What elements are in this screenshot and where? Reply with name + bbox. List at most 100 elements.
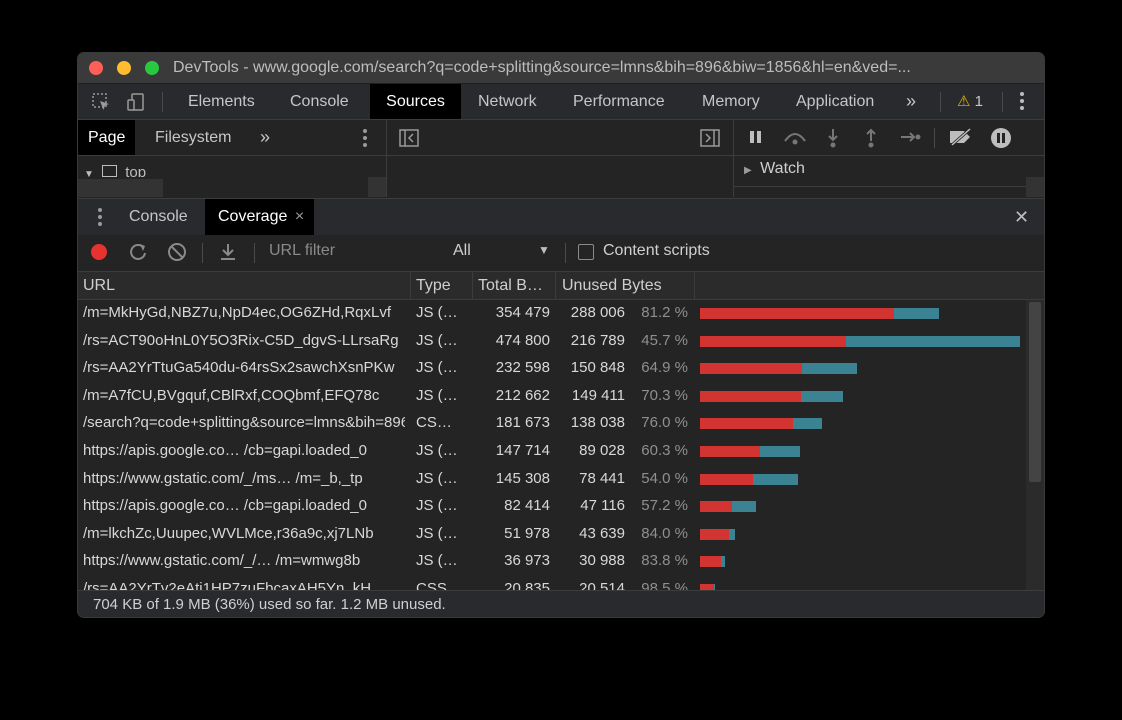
vertical-scrollbar[interactable] (1026, 177, 1044, 197)
total-bytes-cell: 82 414 (504, 497, 550, 515)
unused-bytes-cell: 216 789 (570, 331, 625, 349)
column-header-type[interactable]: Type (416, 272, 471, 299)
step-over-icon[interactable] (782, 128, 808, 151)
table-row[interactable]: https://apis.google.co… /cb=gapi.loaded_… (78, 438, 1026, 466)
toolbar-divider (202, 243, 203, 263)
close-drawer-icon[interactable]: ✕ (1014, 199, 1029, 235)
total-bytes-cell: 147 714 (495, 442, 550, 459)
clear-icon[interactable] (167, 242, 187, 267)
content-scripts-checkbox[interactable] (578, 244, 594, 260)
column-header-total-bytes[interactable]: Total B… (478, 272, 553, 299)
tree-item-label: top (125, 164, 147, 177)
warnings-counter[interactable]: ⚠ 1 (957, 92, 983, 110)
show-navigator-icon[interactable] (399, 129, 419, 152)
table-row[interactable]: https://www.gstatic.com/_/… /m=wmwg8b JS … (78, 548, 1026, 576)
tab-application[interactable]: Application (786, 84, 884, 119)
deactivate-breakpoints-icon[interactable] (948, 127, 974, 151)
maximize-window-button[interactable] (145, 61, 159, 75)
warning-count: 1 (974, 93, 983, 110)
drawer-tab-coverage[interactable]: Coverage × (205, 199, 315, 235)
unused-bytes-cell: 43 639 (579, 524, 625, 542)
tab-filesystem[interactable]: Filesystem (155, 120, 231, 155)
total-bytes-cell: 212 662 (495, 386, 550, 404)
record-button[interactable] (91, 244, 107, 260)
tree-item-top[interactable]: ▼ top (84, 164, 146, 177)
url-filter-input[interactable]: URL filter (269, 242, 439, 260)
unused-bytes-bar (700, 556, 721, 568)
tab-page[interactable]: Page (78, 120, 136, 155)
kebab-menu-icon[interactable] (1018, 90, 1026, 117)
unused-bytes-cell: 47 116 (580, 497, 625, 515)
used-bytes-bar (894, 308, 939, 319)
horizontal-scrollbar[interactable] (78, 179, 163, 197)
tab-network[interactable]: Network (468, 84, 547, 119)
export-icon[interactable] (218, 242, 238, 267)
total-bytes-cell: 232 598 (495, 359, 550, 377)
type-filter-value: All (453, 242, 471, 259)
toolbar-divider (1002, 92, 1003, 112)
show-debugger-icon[interactable] (700, 129, 720, 152)
close-tab-icon[interactable]: × (295, 208, 304, 225)
unused-bytes-bar (700, 473, 753, 485)
table-row[interactable]: /rs=ACT90oHnL0Y5O3Rix-C5D_dgvS-LLrsaRg JS… (78, 328, 1026, 356)
unused-percent-cell: 45.7 % (641, 331, 688, 349)
table-row[interactable]: /m=lkchZc,Uuupec,WVLMce,r36a9c,xj7LNb JS … (78, 521, 1026, 549)
sources-panel: Page Filesystem » ▼ top ▶ Watch (78, 120, 1044, 197)
table-row[interactable]: https://apis.google.co… /cb=gapi.loaded_… (78, 493, 1026, 521)
unused-bytes-bar (700, 418, 794, 430)
drawer-tab-console[interactable]: Console (129, 199, 188, 235)
vertical-scrollbar[interactable] (368, 177, 386, 197)
type-cell: CS… (416, 414, 452, 432)
tab-sources[interactable]: Sources (370, 84, 461, 119)
type-filter-select[interactable]: All ▼ (453, 242, 553, 260)
pause-on-exceptions-icon[interactable] (990, 127, 1012, 154)
scrollbar-thumb[interactable] (1029, 302, 1041, 482)
tab-performance[interactable]: Performance (563, 84, 675, 119)
type-cell: JS (… (416, 469, 458, 487)
drawer-tab-label: Coverage (218, 208, 288, 225)
step-into-icon[interactable] (826, 128, 840, 153)
device-toolbar-icon[interactable] (126, 92, 146, 117)
pause-icon[interactable] (748, 128, 764, 151)
unused-percent-cell: 57.2 % (641, 497, 688, 515)
url-cell: /m=lkchZc,Uuupec,WVLMce,r36a9c,xj7LNb (83, 524, 374, 542)
usage-bar (700, 363, 857, 375)
drawer-tab-bar: Console Coverage × ✕ (78, 198, 1044, 236)
watch-section[interactable]: ▶ Watch (744, 160, 805, 178)
reload-icon[interactable] (128, 242, 148, 267)
watch-label: Watch (760, 160, 805, 177)
url-cell: /rs=ACT90oHnL0Y5O3Rix-C5D_dgvS-LLrsaRg (83, 331, 399, 349)
minimize-window-button[interactable] (117, 61, 131, 75)
navigator-pane: Page Filesystem » ▼ top (78, 120, 387, 197)
table-row[interactable]: https://www.gstatic.com/_/ms… /m=_b,_tp J… (78, 466, 1026, 494)
dropdown-arrow-icon: ▼ (538, 243, 550, 257)
drawer-menu-icon[interactable] (96, 206, 104, 233)
type-cell: CSS (416, 580, 447, 590)
close-window-button[interactable] (89, 61, 103, 75)
unused-bytes-cell: 138 038 (570, 414, 625, 432)
table-row[interactable]: /m=A7fCU,BVgquf,CBlRxf,COQbmf,EFQ78c JS (… (78, 383, 1026, 411)
tab-memory[interactable]: Memory (692, 84, 770, 119)
toolbar-divider (565, 243, 566, 263)
inspect-element-icon[interactable] (91, 92, 111, 117)
type-cell: JS (… (416, 524, 458, 542)
total-bytes-cell: 36 973 (504, 552, 550, 570)
tab-elements[interactable]: Elements (178, 84, 265, 119)
usage-bar (700, 390, 844, 402)
step-out-icon[interactable] (864, 128, 878, 153)
column-header-url[interactable]: URL (83, 272, 403, 299)
table-vertical-scrollbar[interactable] (1026, 300, 1044, 590)
table-row[interactable]: /rs=AA2YrTv2eAti1HP7zuFbcaxAH5Yn_kH CSS 20… (78, 576, 1026, 590)
table-row[interactable]: /search?q=code+splitting&source=lmns&bih… (78, 410, 1026, 438)
column-header-unused-bytes[interactable]: Unused Bytes (562, 272, 692, 299)
table-row[interactable]: /rs=AA2YrTtuGa540du-64rsSx2sawchXsnPKw JS… (78, 355, 1026, 383)
table-row[interactable]: /m=MkHyGd,NBZ7u,NpD4ec,OG6ZHd,RqxLvf JS (… (78, 300, 1026, 328)
more-tabs-button[interactable]: » (906, 84, 916, 119)
step-icon[interactable] (900, 128, 922, 151)
expand-arrow-icon: ▼ (84, 169, 94, 177)
usage-bar (700, 556, 725, 568)
navigator-menu-icon[interactable] (361, 127, 369, 154)
tab-console[interactable]: Console (280, 84, 359, 119)
frame-icon (102, 165, 118, 177)
navigator-more-button[interactable]: » (260, 120, 270, 155)
